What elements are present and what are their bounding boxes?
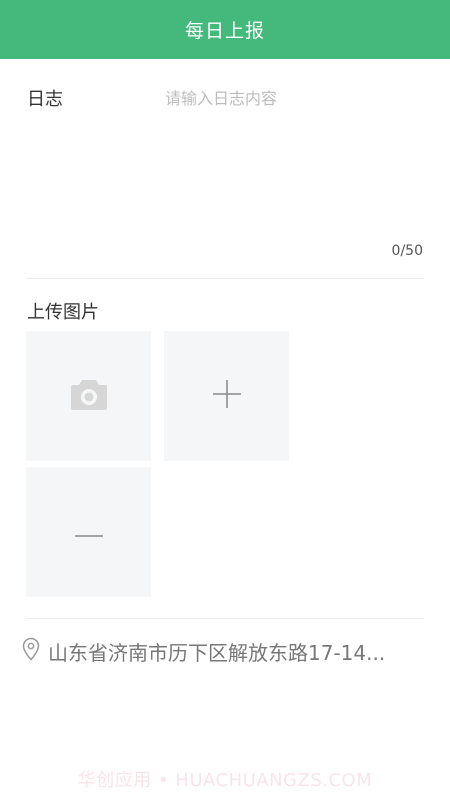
log-input[interactable] (165, 85, 420, 235)
log-label: 日志 (27, 89, 63, 110)
location-row[interactable]: 山东省济南市历下区解放东路17-14... (22, 634, 422, 668)
add-image-tile[interactable] (164, 331, 289, 461)
camera-icon (70, 377, 108, 415)
location-pin-icon (22, 637, 40, 665)
divider (27, 618, 424, 619)
minus-icon (74, 523, 104, 542)
camera-upload-tile[interactable] (26, 331, 151, 461)
plus-icon (212, 379, 242, 413)
location-address: 山东省济南市历下区解放东路17-14... (48, 640, 386, 665)
upload-images-label: 上传图片 (27, 302, 99, 323)
remove-image-tile[interactable] (26, 467, 151, 597)
char-counter: 0/50 (391, 243, 423, 259)
top-bar: 每日上报 (0, 0, 450, 59)
divider (27, 278, 424, 279)
page-title: 每日上报 (184, 20, 265, 42)
watermark: 华创应用 • HUACHUANGZS.COM (77, 770, 373, 791)
